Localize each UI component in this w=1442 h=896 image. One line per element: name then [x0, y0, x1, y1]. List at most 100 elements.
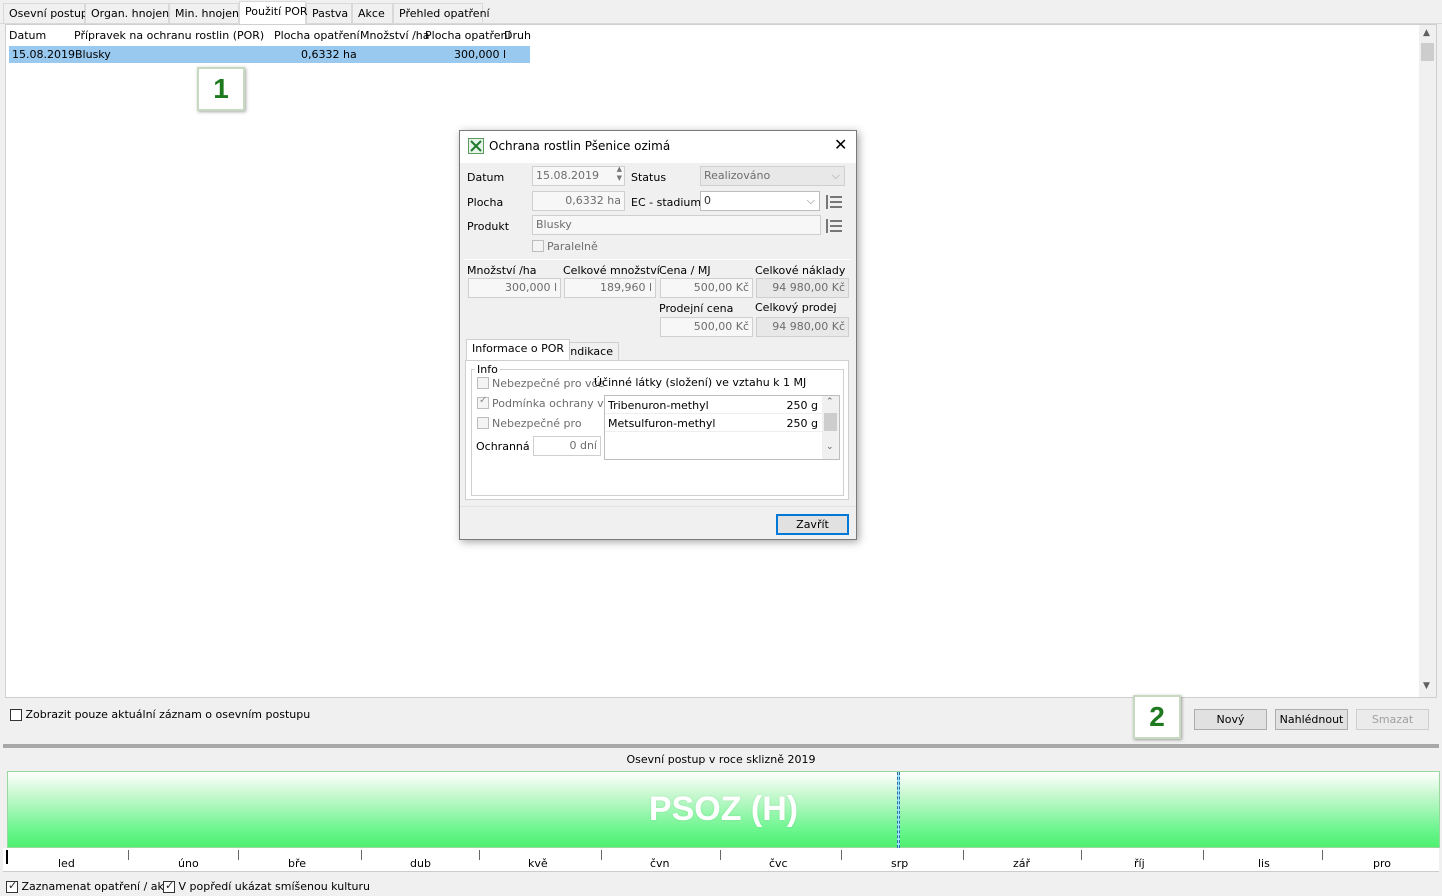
month-label: pro: [1373, 857, 1391, 870]
month-label: zář: [1013, 857, 1031, 870]
list-scrollbar[interactable]: ▲ ▼: [1419, 25, 1436, 697]
delete-button[interactable]: Smazat: [1356, 709, 1429, 730]
product-field[interactable]: Blusky: [532, 215, 821, 235]
total-amount-field[interactable]: 189,960 l: [564, 278, 656, 298]
tab-akce[interactable]: Akce: [352, 3, 393, 23]
area-label: Plocha: [467, 196, 504, 209]
col-header-area-2[interactable]: Plocha opatření: [425, 29, 511, 42]
price-label: Cena / MJ: [659, 264, 711, 277]
date-field[interactable]: 15.08.2019 ▲ ▼: [532, 166, 625, 186]
price-field[interactable]: 500,00 Kč: [660, 278, 753, 298]
tab-prehled-opatreni[interactable]: Přehled opatření: [393, 3, 490, 23]
crop-band[interactable]: PSOZ (H): [7, 771, 1440, 848]
list-picker-icon[interactable]: [826, 195, 842, 209]
list-picker-icon[interactable]: [826, 219, 842, 233]
tab-organ-hnojeni[interactable]: Organ. hnojení: [85, 3, 172, 23]
scroll-up-icon[interactable]: ▲: [1423, 28, 1430, 38]
scroll-up-icon[interactable]: ⌃: [826, 397, 834, 407]
record-action-checkbox[interactable]: [6, 879, 18, 893]
month-label: čvn: [650, 857, 670, 870]
month-tick: [601, 850, 602, 860]
total-amount-label: Celkové množství: [563, 264, 660, 277]
amount-field[interactable]: 300,000 l: [468, 278, 561, 298]
amount-label: Množství /ha: [467, 264, 537, 277]
parallel-option[interactable]: Paralelně: [532, 240, 598, 253]
scroll-down-icon[interactable]: ▼: [1423, 681, 1430, 691]
tab-osevni-postup[interactable]: Osevní postup: [3, 3, 88, 23]
month-tick: [128, 850, 129, 860]
ingredients-scrollbar[interactable]: ⌃ ⌄: [822, 396, 839, 459]
record-action-option[interactable]: Zaznamenat opatření / akci: [6, 879, 174, 893]
col-header-amount[interactable]: Množství /ha: [360, 29, 430, 42]
row-product: Blusky: [75, 48, 111, 61]
col-header-area[interactable]: Plocha opatření: [274, 29, 360, 42]
chevron-down-icon: ⌵: [806, 194, 815, 207]
col-header-date[interactable]: Datum: [9, 29, 46, 42]
tab-min-hnojeni[interactable]: Min. hnojení: [169, 3, 242, 23]
divider: [464, 259, 851, 260]
tab-pastva[interactable]: Pastva: [306, 3, 352, 23]
close-icon[interactable]: ✕: [834, 135, 847, 154]
sale-price-field[interactable]: 500,00 Kč: [660, 317, 753, 337]
annotation-badge-2: 2: [1133, 695, 1181, 739]
plant-protection-dialog: Ochrana rostlin Pšenice ozimá ✕ Datum 15…: [459, 130, 857, 540]
total-sale-field: 94 980,00 Kč: [756, 317, 849, 337]
record-action-label: Zaznamenat opatření / akci: [21, 880, 174, 893]
dangerous-bees-option[interactable]: Nebezpečné pro vče: [477, 377, 604, 390]
col-header-product[interactable]: Přípravek na ochranu rostlin (POR): [74, 29, 264, 42]
info-group-label: Info: [475, 363, 500, 376]
app-excel-icon: [468, 138, 484, 154]
status-label: Status: [631, 171, 667, 184]
dialog-title: Ochrana rostlin Pšenice ozimá: [489, 139, 671, 153]
dangerous-checkbox[interactable]: [477, 417, 489, 429]
mixed-culture-label: V popředí ukázat smíšenou kulturu: [178, 880, 371, 893]
total-cost-label: Celkové náklady: [755, 264, 846, 277]
total-cost-field: 94 980,00 Kč: [756, 278, 849, 298]
month-tick: [361, 850, 362, 860]
water-protection-checkbox[interactable]: [477, 395, 489, 409]
product-label: Produkt: [467, 220, 510, 233]
row-date: 15.08.2019: [12, 48, 75, 61]
protection-period-field[interactable]: 0 dní: [533, 436, 601, 456]
only-current-option[interactable]: Zobrazit pouze aktuální záznam o osevním…: [10, 708, 310, 721]
month-tick: [479, 850, 480, 860]
month-label: dub: [410, 857, 431, 870]
scroll-thumb[interactable]: [1421, 43, 1434, 61]
ingredients-label: Účinné látky (složení) ve vztahu k 1 MJ: [594, 376, 807, 389]
mixed-culture-checkbox[interactable]: [163, 879, 175, 893]
area-field[interactable]: 0,6332 ha: [532, 191, 625, 211]
dialog-body: Datum 15.08.2019 ▲ ▼ Status Realizováno ⌵…: [460, 163, 856, 506]
dialog-footer: Zavřít: [460, 506, 856, 539]
view-button[interactable]: Nahlédnout: [1275, 709, 1348, 730]
ingredients-list: Tribenuron-methyl 250 g Metsulfuron-meth…: [604, 395, 840, 460]
month-label: čvc: [769, 857, 788, 870]
table-row[interactable]: 15.08.2019 Blusky 0,6332 ha 300,000 l: [9, 46, 530, 63]
status-select[interactable]: Realizováno ⌵: [700, 166, 845, 186]
ingredient-qty: 250 g: [786, 399, 818, 412]
month-tick: [1322, 850, 1323, 860]
sale-price-label: Prodejní cena: [659, 302, 734, 315]
close-button[interactable]: Zavřít: [776, 514, 849, 535]
only-current-checkbox[interactable]: [10, 709, 22, 721]
col-header-type[interactable]: Druh: [504, 29, 531, 42]
crop-label: PSOZ (H): [648, 790, 799, 828]
month-tick: [841, 850, 842, 860]
subtab-info-por[interactable]: Informace o POR: [466, 339, 571, 360]
month-label: srp: [891, 857, 909, 870]
scroll-down-icon[interactable]: ⌄: [826, 442, 834, 452]
dangerous-option[interactable]: Nebezpečné pro: [477, 417, 582, 430]
list-item[interactable]: Tribenuron-methyl 250 g: [605, 396, 822, 414]
protection-period-label: Ochranná lh: [476, 440, 533, 453]
list-item[interactable]: Metsulfuron-methyl 250 g: [605, 414, 822, 432]
parallel-checkbox[interactable]: [532, 240, 544, 252]
mixed-culture-option[interactable]: V popředí ukázat smíšenou kulturu: [163, 879, 371, 893]
water-protection-option[interactable]: Podmínka ochrany voc: [477, 395, 616, 410]
dangerous-bees-checkbox[interactable]: [477, 377, 489, 389]
ingredient-name: Metsulfuron-methyl: [608, 417, 716, 430]
scroll-thumb[interactable]: [824, 413, 837, 431]
date-spinner-icon[interactable]: ▲ ▼: [617, 167, 622, 183]
month-label: kvě: [528, 857, 548, 870]
new-button[interactable]: Nový: [1194, 709, 1267, 730]
ec-stage-select[interactable]: 0 ⌵: [700, 191, 820, 211]
tab-pouziti-por[interactable]: Použití POR: [239, 1, 308, 24]
